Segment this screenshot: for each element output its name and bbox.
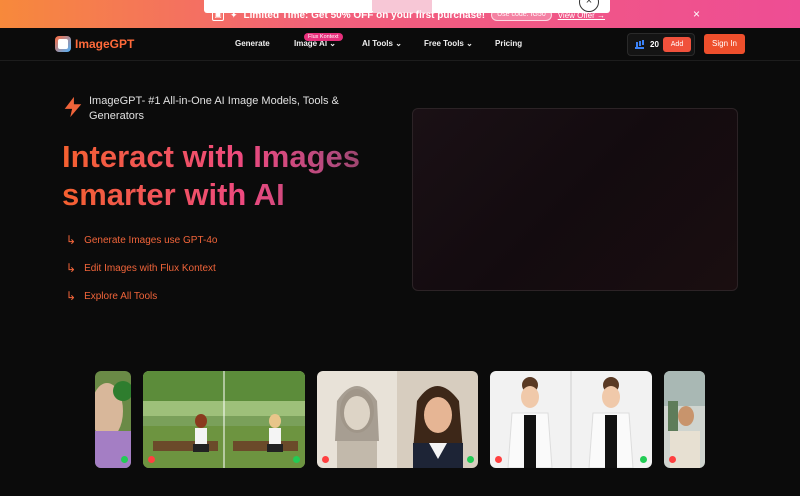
- hero-tagline: ImageGPT- #1 All-in-One AI Image Models,…: [89, 95, 339, 122]
- nav-pricing[interactable]: Pricing: [495, 39, 522, 48]
- nav-ai-tools-label: AI Tools: [362, 39, 393, 48]
- preview-panel: [412, 108, 738, 291]
- logo[interactable]: ImageGPT: [55, 36, 134, 52]
- promo-title: Limited Time: Get 50% OFF on your first …: [243, 9, 486, 21]
- promo-code[interactable]: Use code: IG50: [491, 9, 552, 21]
- sign-in-button[interactable]: Sign In: [704, 34, 745, 54]
- flux-kontext-badge: Flux Kontext: [304, 33, 343, 41]
- promo-content: ▣ ✦ Limited Time: Get 50% OFF on your fi…: [212, 8, 605, 22]
- example-card-park[interactable]: [143, 371, 305, 468]
- example-card-partial-left[interactable]: [95, 371, 131, 468]
- feature-label: Generate Images use GPT-4o: [84, 234, 218, 246]
- feature-label: Explore All Tools: [84, 290, 158, 302]
- credit-count: 20: [650, 40, 659, 49]
- chevron-down-icon: ⌄: [466, 39, 473, 48]
- headline-line-2: smarter with AI: [62, 176, 422, 214]
- card-image: [95, 371, 131, 468]
- credits-icon: [635, 41, 644, 49]
- before-dot: [148, 456, 155, 463]
- example-card-portrait[interactable]: [317, 371, 478, 468]
- card-image: [317, 371, 478, 468]
- hero-headline: Interact with Images smarter with AI: [62, 138, 422, 214]
- feature-link-explore[interactable]: ↳ Explore All Tools: [66, 289, 157, 303]
- logo-icon: [55, 36, 71, 52]
- nav-free-tools-label: Free Tools: [424, 39, 464, 48]
- feature-link-edit[interactable]: ↳ Edit Images with Flux Kontext: [66, 261, 216, 275]
- nav-generate[interactable]: Generate: [235, 39, 270, 48]
- promo-close-icon[interactable]: ×: [693, 7, 700, 21]
- feature-label: Edit Images with Flux Kontext: [84, 262, 216, 274]
- example-card-partial-right[interactable]: [664, 371, 705, 468]
- arrow-return-icon: ↳: [66, 289, 77, 303]
- before-dot: [495, 456, 502, 463]
- nav-free-tools[interactable]: Free Tools ⌄: [424, 39, 473, 48]
- feature-link-generate[interactable]: ↳ Generate Images use GPT-4o: [66, 233, 217, 247]
- headline-line-1: Interact with Images: [62, 138, 422, 176]
- before-dot: [322, 456, 329, 463]
- lightning-icon: [64, 96, 82, 118]
- credits-widget: 20 Add: [627, 33, 695, 56]
- brand-name: ImageGPT: [75, 37, 135, 51]
- after-dot: [640, 456, 647, 463]
- after-dot: [293, 456, 300, 463]
- before-dot: [669, 456, 676, 463]
- view-offer-link[interactable]: View Offer →: [558, 11, 605, 20]
- sparkle-icon: ✦: [230, 9, 238, 20]
- card-image: [664, 371, 705, 468]
- nav-ai-tools[interactable]: AI Tools ⌄: [362, 39, 402, 48]
- after-dot: [121, 456, 128, 463]
- add-credits-button[interactable]: Add: [663, 37, 691, 52]
- example-gallery: [0, 371, 800, 468]
- arrow-return-icon: ↳: [66, 261, 77, 275]
- arrow-return-icon: ↳: [66, 233, 77, 247]
- gift-icon: ▣: [212, 9, 224, 21]
- example-card-blazer[interactable]: [490, 371, 652, 468]
- after-dot: [467, 456, 474, 463]
- card-image: [143, 371, 305, 468]
- chevron-down-icon: ⌄: [395, 39, 402, 48]
- card-image: [490, 371, 652, 468]
- promo-banner: ▣ ✦ Limited Time: Get 50% OFF on your fi…: [0, 0, 800, 28]
